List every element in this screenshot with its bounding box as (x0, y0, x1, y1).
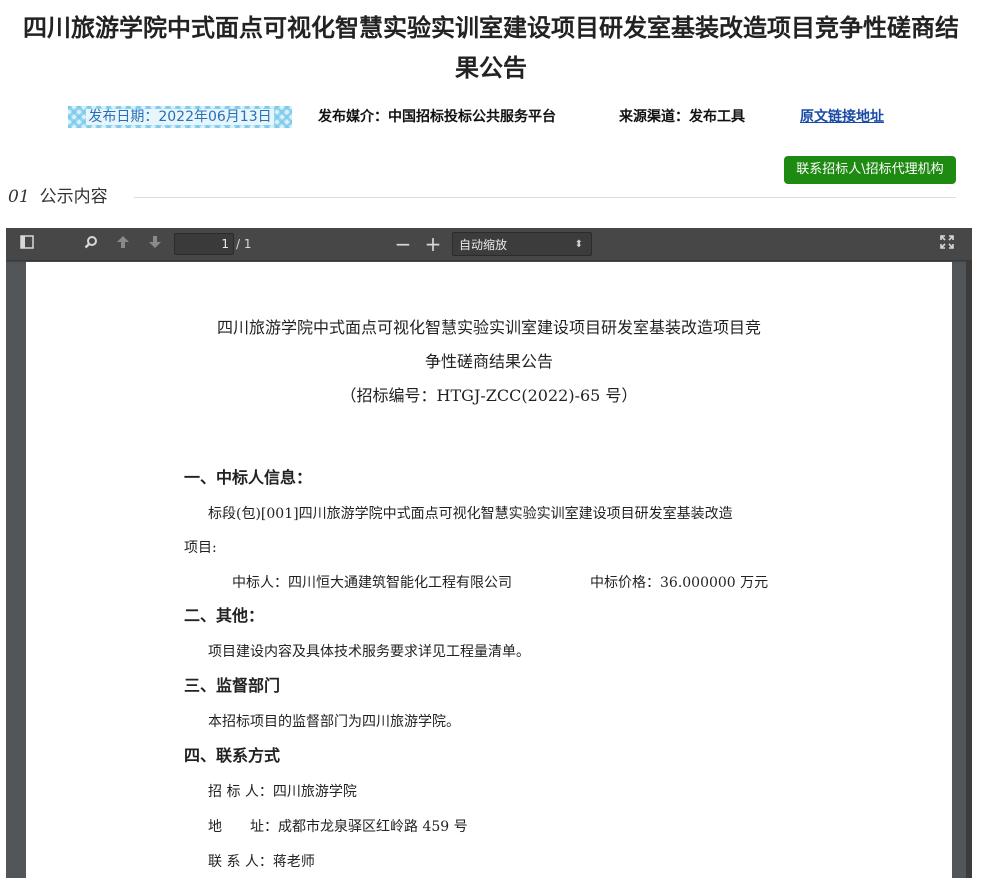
page-title: 四川旅游学院中式面点可视化智慧实验实训室建设项目研发室基装改造项目竞争性磋商结 … (0, 8, 982, 88)
doc-lot-line2: 项目: (184, 540, 217, 556)
doc-heading-1: 一、中标人信息： (184, 468, 313, 487)
section-number: 01 (8, 187, 30, 207)
contact-tenderer-button[interactable]: 联系招标人\招标代理机构 (784, 156, 956, 184)
fullscreen-icon[interactable] (936, 233, 958, 255)
pdf-page: 四川旅游学院中式面点可视化智慧实验实训室建设项目研发室基装改造项目竞 争性磋商结… (26, 262, 952, 878)
publish-media: 发布媒介：中国招标投标公共服务平台 (318, 109, 556, 125)
search-icon[interactable] (80, 233, 102, 255)
pdf-toolbar: 1 / 1 − + 自动缩放 ⬍ (6, 228, 972, 260)
page-number-input[interactable]: 1 (174, 233, 234, 255)
original-link[interactable]: 原文链接地址 (800, 106, 884, 128)
doc-heading-2: 二、其他： (184, 606, 265, 625)
doc-address: 地 址：成都市龙泉驿区红岭路 459 号 (208, 819, 468, 835)
publish-date: 发布日期：2022年06月13日 (68, 106, 292, 128)
doc-lot-line1: 标段(包)[001]四川旅游学院中式面点可视化智慧实验实训室建设项目研发室基装改… (208, 506, 733, 522)
arrow-down-icon[interactable] (144, 233, 166, 255)
sidebar-toggle-icon[interactable] (16, 233, 38, 255)
page-title-line2: 果公告 (455, 54, 527, 82)
zoom-select-value: 自动缩放 (459, 238, 508, 252)
doc-heading-3: 三、监督部门 (184, 676, 281, 695)
section-divider (134, 197, 956, 198)
section-heading: 01 公示内容 (8, 184, 108, 210)
source-channel: 来源渠道：发布工具 (619, 109, 745, 125)
doc-tenderer: 招 标 人：四川旅游学院 (208, 784, 357, 800)
doc-supervisor-text: 本招标项目的监督部门为四川旅游学院。 (208, 714, 460, 730)
doc-winner: 中标人：四川恒大通建筑智能化工程有限公司 (232, 575, 512, 591)
arrow-up-icon[interactable] (112, 233, 134, 255)
doc-price: 中标价格：36.000000 万元 (590, 575, 769, 591)
doc-contact: 联 系 人：蒋老师 (208, 854, 315, 870)
meta-row: 发布日期：2022年06月13日 发布媒介：中国招标投标公共服务平台 来源渠道：… (0, 106, 982, 128)
zoom-out-icon[interactable]: − (392, 233, 414, 255)
select-caret-icon: ⬍ (574, 239, 583, 250)
doc-tender-code: （招标编号：HTGJ-ZCC(2022)-65 号） (340, 386, 638, 405)
pdf-viewer: 1 / 1 − + 自动缩放 ⬍ 四川旅游学院中式面点可视化智慧实验实训室建设项… (6, 228, 972, 878)
doc-title-line2: 争性磋商结果公告 (424, 352, 553, 371)
page-title-line1: 四川旅游学院中式面点可视化智慧实验实训室建设项目研发室基装改造项目竞争性磋商结 (23, 14, 959, 42)
page-total: / 1 (236, 237, 252, 251)
doc-heading-4: 四、联系方式 (184, 746, 281, 765)
zoom-select[interactable]: 自动缩放 ⬍ (452, 232, 592, 256)
doc-other-text: 项目建设内容及具体技术服务要求详见工程量清单。 (208, 644, 530, 660)
doc-title-line1: 四川旅游学院中式面点可视化智慧实验实训室建设项目研发室基装改造项目竞 (216, 318, 761, 337)
viewer-scrollbar[interactable] (966, 260, 972, 878)
zoom-in-icon[interactable]: + (422, 233, 444, 255)
section-label: 公示内容 (39, 187, 108, 207)
